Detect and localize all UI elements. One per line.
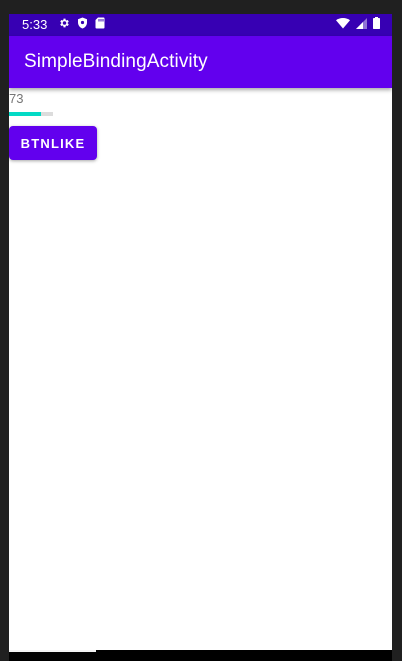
progress-bar [9, 112, 53, 116]
main-content: 73 BTNLIKE [9, 88, 392, 650]
count-text: 73 [9, 91, 24, 106]
app-bar: SimpleBindingActivity [9, 36, 392, 88]
wifi-icon [336, 16, 350, 34]
gear-icon [58, 16, 70, 34]
app-title: SimpleBindingActivity [24, 51, 208, 72]
signal-icon [356, 16, 367, 34]
sd-card-icon [95, 16, 105, 34]
like-button[interactable]: BTNLIKE [9, 126, 97, 160]
gesture-nav-bar [9, 650, 392, 661]
screen: 5:33 SimpleBindingActivity 73 BTNLIKE [9, 14, 392, 650]
progress-fill [9, 112, 42, 116]
status-time: 5:33 [22, 17, 48, 32]
shield-icon [77, 16, 88, 34]
gesture-handle[interactable] [9, 650, 96, 652]
status-bar: 5:33 [9, 14, 392, 36]
status-icons-right [336, 17, 380, 33]
status-icons-left [58, 17, 105, 33]
battery-icon [373, 16, 380, 34]
